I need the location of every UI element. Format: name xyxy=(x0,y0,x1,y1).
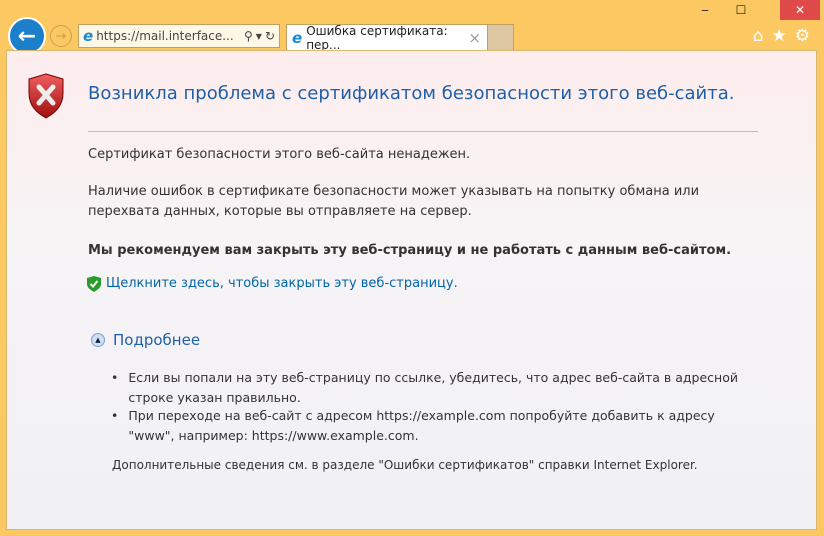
ie-logo-icon: e xyxy=(83,27,94,45)
warning-text: Наличие ошибок в сертификате безопасност… xyxy=(88,184,700,219)
divider xyxy=(88,131,758,132)
forward-arrow-icon: → xyxy=(55,28,67,44)
more-info-toggle[interactable]: ▲ Подробнее xyxy=(91,331,200,349)
ie-logo-icon: e xyxy=(292,29,303,47)
more-info-label: Подробнее xyxy=(113,331,201,349)
forward-button[interactable]: → xyxy=(50,25,72,47)
refresh-icon[interactable]: ↻ xyxy=(265,29,275,43)
minimize-button[interactable]: ‒ xyxy=(690,0,720,20)
address-text: https://mail.interface... xyxy=(96,29,234,43)
untrusted-text: Сертификат безопасности этого веб-сайта … xyxy=(88,147,471,162)
page-title: Возникла проблема с сертификатом безопас… xyxy=(88,83,735,104)
maximize-button[interactable]: ☐ xyxy=(726,0,756,20)
error-shield-icon xyxy=(28,73,64,119)
list-item: • Если вы попали на эту веб-страницу по с… xyxy=(111,370,739,405)
search-icon[interactable]: ⚲ xyxy=(244,29,253,43)
green-shield-icon xyxy=(87,276,101,292)
close-page-link[interactable]: Щелкните здесь, чтобы закрыть эту веб-ст… xyxy=(106,274,458,294)
settings-gear-icon[interactable]: ⚙ xyxy=(795,26,810,46)
page-content: Возникла проблема с сертификатом безопас… xyxy=(6,50,817,530)
collapse-arrow-icon: ▲ xyxy=(91,333,105,347)
address-bar[interactable]: e https://mail.interface... ⚲ ▼ ↻ xyxy=(78,24,280,48)
close-window-button[interactable]: ✕ xyxy=(780,0,820,20)
new-tab-button[interactable] xyxy=(488,24,514,51)
dropdown-icon[interactable]: ▼ xyxy=(256,32,262,41)
tab-certificate-error[interactable]: e Ошибка сертификата: пер... × xyxy=(286,24,488,52)
tab-close-icon[interactable]: × xyxy=(468,29,481,47)
footer-help-text: Дополнительные сведения см. в разделе "О… xyxy=(112,458,698,472)
tab-title: Ошибка сертификата: пер... xyxy=(306,24,448,52)
recommendation-text: Мы рекомендуем вам закрыть эту веб-стран… xyxy=(88,243,732,258)
back-arrow-icon: ← xyxy=(17,23,37,49)
favorites-star-icon[interactable]: ★ xyxy=(772,26,787,46)
home-icon[interactable]: ⌂ xyxy=(753,26,764,46)
list-item: • При переходе на веб-сайт с адресом http… xyxy=(111,408,715,443)
